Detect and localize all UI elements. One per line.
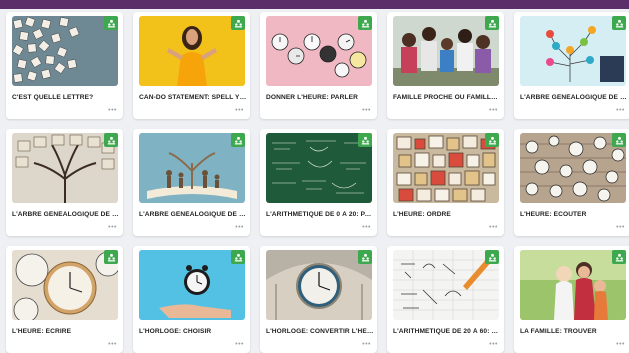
card-thumbnail [266, 250, 372, 320]
card-title[interactable]: CAN-DO STATEMENT: SPELL YOU... [139, 94, 247, 101]
more-options-icon[interactable]: ••• [616, 224, 625, 231]
card-title[interactable]: LA FAMILLE: TROUVER [520, 328, 628, 335]
card-thumbnail [266, 133, 372, 203]
activity-card[interactable]: L'ARBRE GÉNÉALOGIQUE DE MA... ••• [133, 129, 250, 236]
card-thumbnail [266, 16, 372, 86]
card-title[interactable]: DONNER L'HEURE: PARLER [266, 94, 374, 101]
group-icon[interactable] [104, 16, 118, 30]
activity-card[interactable]: L'HEURE: ORDRE ••• [387, 129, 504, 236]
activity-card[interactable]: L'HORLOGE: CHOISIR ••• [133, 246, 250, 353]
group-icon[interactable] [485, 16, 499, 30]
activity-card[interactable]: L'HORLOGE: CONVERTIR L'HEURE ••• [260, 246, 377, 353]
group-icon[interactable] [485, 133, 499, 147]
card-title[interactable]: L'ARBRE GÉNÉALOGIQUE DE MA... [139, 211, 247, 218]
group-icon[interactable] [231, 250, 245, 264]
group-icon[interactable] [612, 16, 626, 30]
more-options-icon[interactable]: ••• [362, 107, 371, 114]
card-title[interactable]: L'ARITHMÉTIQUE DE 0 À 20: PAR... [266, 211, 374, 218]
card-title[interactable]: L'HORLOGE: CONVERTIR L'HEURE [266, 328, 374, 335]
group-icon[interactable] [104, 250, 118, 264]
activity-card[interactable]: L'HEURE: ÉCOUTER ••• [514, 129, 629, 236]
card-title[interactable]: C'EST QUELLE LETTRE? [12, 94, 120, 101]
more-options-icon[interactable]: ••• [489, 341, 498, 348]
group-icon[interactable] [104, 133, 118, 147]
activity-card[interactable]: L'ARITHMÉTIQUE DE 0 À 20: PAR... ••• [260, 129, 377, 236]
card-title[interactable]: L'HEURE: ORDRE [393, 211, 501, 218]
card-thumbnail [520, 250, 626, 320]
activity-card[interactable]: L'ARITHMÉTIQUE DE 20 À 60: PAR... ••• [387, 246, 504, 353]
card-thumbnail [393, 250, 499, 320]
more-options-icon[interactable]: ••• [362, 224, 371, 231]
card-title[interactable]: FAMILLE PROCHE OU FAMILLE É... [393, 94, 501, 101]
card-title[interactable]: L'HORLOGE: CHOISIR [139, 328, 247, 335]
more-options-icon[interactable]: ••• [616, 341, 625, 348]
group-icon[interactable] [358, 133, 372, 147]
more-options-icon[interactable]: ••• [616, 107, 625, 114]
card-thumbnail [520, 133, 626, 203]
card-title[interactable]: L'ARBRE GÉNÉALOGIQUE DE LAU... [520, 94, 628, 101]
activity-card[interactable]: FAMILLE PROCHE OU FAMILLE É... ••• [387, 12, 504, 119]
group-icon[interactable] [358, 250, 372, 264]
activity-card[interactable]: C'EST QUELLE LETTRE? ••• [6, 12, 123, 119]
more-options-icon[interactable]: ••• [489, 224, 498, 231]
card-thumbnail [393, 133, 499, 203]
card-title[interactable]: L'ARBRE GÉNÉALOGIQUE DE LUC... [12, 211, 120, 218]
card-thumbnail [393, 16, 499, 86]
more-options-icon[interactable]: ••• [235, 224, 244, 231]
card-title[interactable]: L'HEURE: ÉCOUTER [520, 211, 628, 218]
top-bar [0, 0, 629, 9]
activity-card[interactable]: L'ARBRE GÉNÉALOGIQUE DE LUC... ••• [6, 129, 123, 236]
more-options-icon[interactable]: ••• [362, 341, 371, 348]
card-thumbnail [12, 133, 118, 203]
card-thumbnail [12, 16, 118, 86]
more-options-icon[interactable]: ••• [235, 341, 244, 348]
activity-card[interactable]: DONNER L'HEURE: PARLER ••• [260, 12, 377, 119]
card-thumbnail [520, 16, 626, 86]
more-options-icon[interactable]: ••• [235, 107, 244, 114]
group-icon[interactable] [358, 16, 372, 30]
group-icon[interactable] [612, 250, 626, 264]
card-thumbnail [139, 250, 245, 320]
card-grid: C'EST QUELLE LETTRE? ••• CAN-DO STATEMEN… [6, 12, 629, 353]
activity-card[interactable]: CAN-DO STATEMENT: SPELL YOU... ••• [133, 12, 250, 119]
more-options-icon[interactable]: ••• [108, 107, 117, 114]
more-options-icon[interactable]: ••• [108, 341, 117, 348]
group-icon[interactable] [231, 16, 245, 30]
activity-card[interactable]: L'HEURE: ÉCRIRE ••• [6, 246, 123, 353]
group-icon[interactable] [612, 133, 626, 147]
card-title[interactable]: L'HEURE: ÉCRIRE [12, 328, 120, 335]
card-thumbnail [139, 133, 245, 203]
activity-card[interactable]: L'ARBRE GÉNÉALOGIQUE DE LAU... ••• [514, 12, 629, 119]
more-options-icon[interactable]: ••• [489, 107, 498, 114]
card-title[interactable]: L'ARITHMÉTIQUE DE 20 À 60: PAR... [393, 328, 501, 335]
group-icon[interactable] [485, 250, 499, 264]
more-options-icon[interactable]: ••• [108, 224, 117, 231]
group-icon[interactable] [231, 133, 245, 147]
activity-card[interactable]: LA FAMILLE: TROUVER ••• [514, 246, 629, 353]
card-thumbnail [12, 250, 118, 320]
card-thumbnail [139, 16, 245, 86]
